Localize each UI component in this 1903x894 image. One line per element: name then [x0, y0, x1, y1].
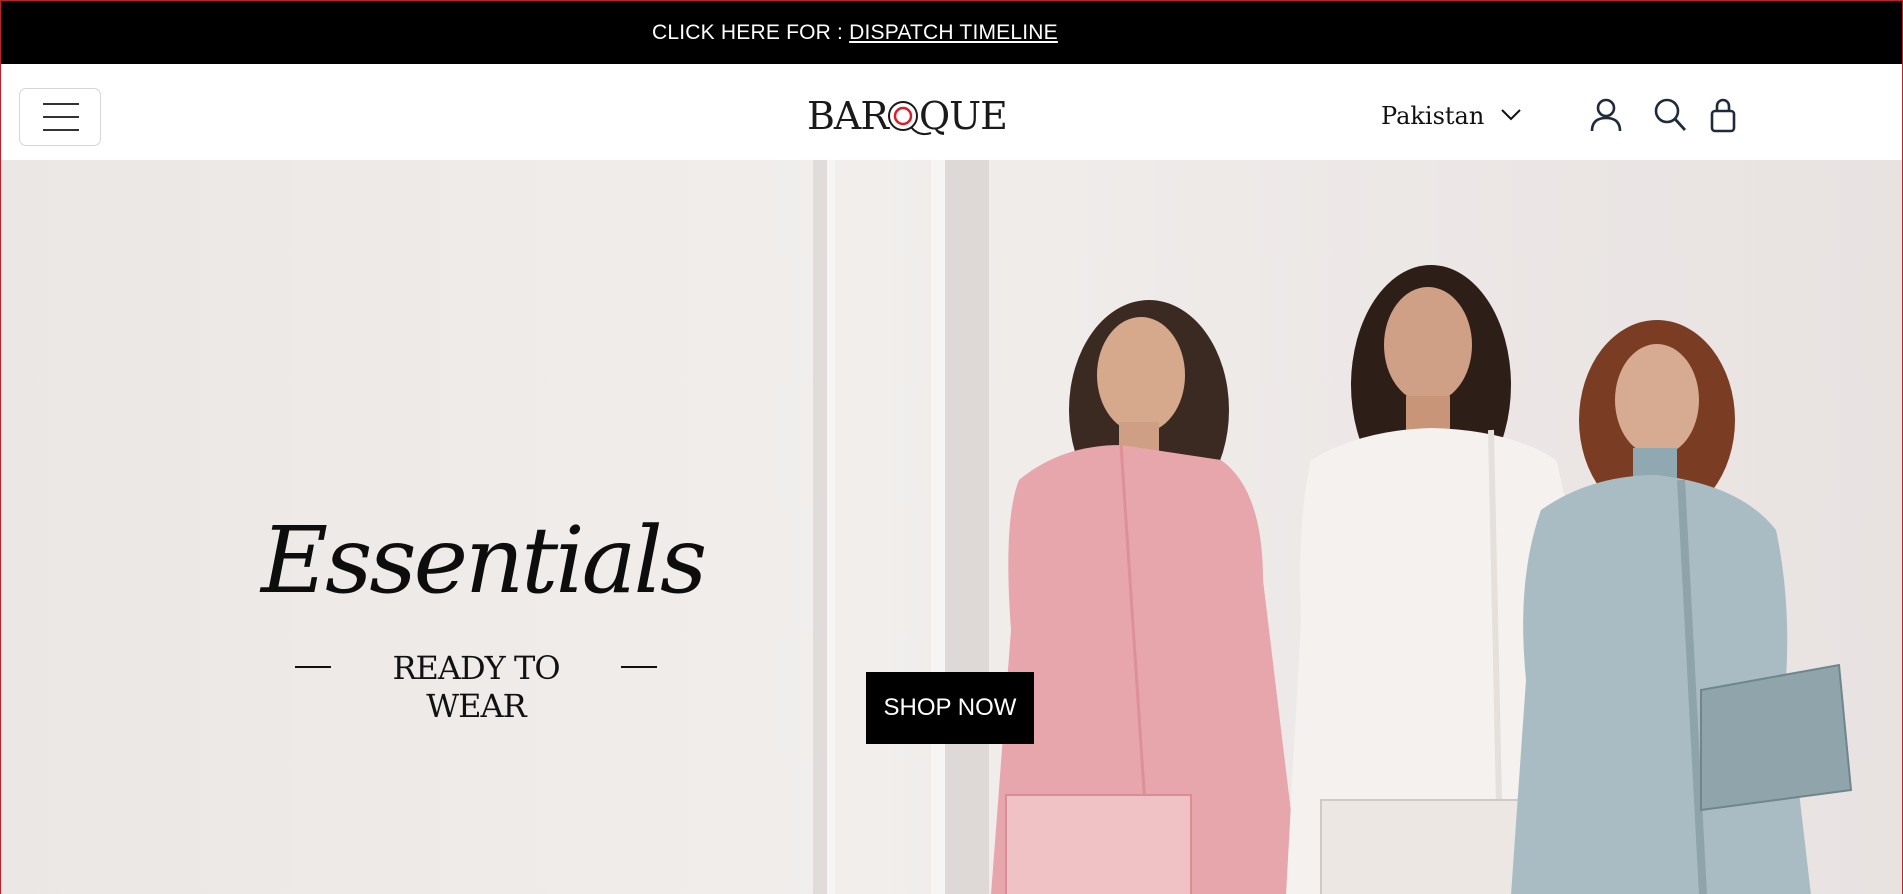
- site-header: BAR QUE Pakistan: [1, 64, 1902, 160]
- svg-text:BAR: BAR: [807, 94, 890, 138]
- brand-logo[interactable]: BAR QUE: [807, 91, 1013, 143]
- user-icon[interactable]: [1589, 97, 1623, 138]
- divider-line-left: [295, 666, 331, 668]
- search-icon[interactable]: [1653, 97, 1687, 138]
- country-selector[interactable]: Pakistan: [1381, 102, 1484, 130]
- hero-banner[interactable]: Essentials READY TO WEAR SHOP NOW: [1, 160, 1902, 894]
- hero-subheading: READY TO WEAR: [291, 646, 661, 725]
- page-frame: CLICK HERE FOR : DISPATCH TIMELINE BAR Q…: [0, 0, 1903, 894]
- hero-subheading-text: READY TO WEAR: [392, 649, 560, 725]
- dispatch-timeline-link[interactable]: DISPATCH TIMELINE: [849, 21, 1058, 44]
- svg-text:QUE: QUE: [919, 94, 1007, 138]
- bag-icon[interactable]: [1710, 97, 1736, 138]
- chevron-down-icon[interactable]: [1499, 102, 1523, 126]
- shop-now-button[interactable]: SHOP NOW: [866, 672, 1034, 744]
- menu-button[interactable]: [19, 88, 101, 146]
- hero-headline: Essentials: [261, 507, 707, 614]
- divider-line-right: [621, 666, 657, 668]
- announcement-prefix: CLICK HERE FOR :: [652, 21, 850, 44]
- announcement-bar: CLICK HERE FOR : DISPATCH TIMELINE: [1, 1, 1902, 64]
